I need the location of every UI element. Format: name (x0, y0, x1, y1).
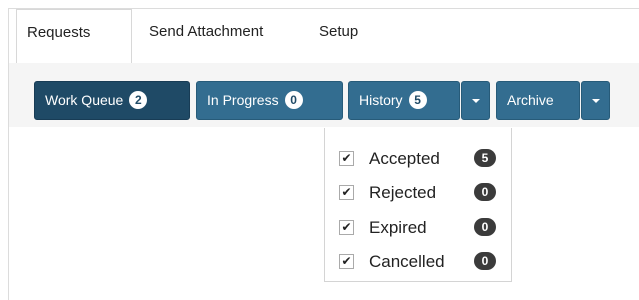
work-queue-button[interactable]: Work Queue 2 (34, 81, 190, 120)
checkbox-rejected[interactable]: ✔ (339, 185, 354, 200)
in-progress-label: In Progress (207, 92, 279, 108)
history-label: History (359, 92, 403, 108)
filter-toolbar: Work Queue 2 In Progress 0 History 5 Archiv… (9, 63, 639, 127)
work-queue-count-badge: 2 (129, 91, 148, 109)
tab-setup[interactable]: Setup (309, 9, 368, 57)
history-filter-expired[interactable]: ✔ Expired 0 (339, 216, 507, 240)
cancelled-label: Cancelled (369, 252, 445, 271)
rejected-count-badge: 0 (474, 183, 496, 201)
checkbox-expired[interactable]: ✔ (339, 220, 354, 235)
archive-button[interactable]: Archive (496, 81, 580, 120)
checkbox-accepted[interactable]: ✔ (339, 151, 354, 166)
in-progress-count-badge: 0 (284, 91, 303, 109)
expired-label: Expired (369, 218, 427, 237)
tab-send-attachment[interactable]: Send Attachment (139, 9, 273, 57)
checkbox-cancelled[interactable]: ✔ (339, 254, 354, 269)
history-filter-rejected[interactable]: ✔ Rejected 0 (339, 181, 507, 205)
archive-label: Archive (507, 92, 554, 108)
history-filter-cancelled[interactable]: ✔ Cancelled 0 (339, 250, 507, 274)
chevron-down-icon (471, 99, 480, 104)
archive-dropdown-toggle[interactable] (581, 81, 610, 120)
in-progress-button[interactable]: In Progress 0 (196, 81, 343, 120)
chevron-down-icon (591, 99, 600, 104)
rejected-label: Rejected (369, 183, 437, 202)
history-filter-menu: ✔ Accepted 5 ✔ Rejected 0 ✔ Expired 0 ✔ … (324, 128, 512, 282)
accepted-count-badge: 5 (474, 149, 496, 167)
tab-requests[interactable]: Requests (16, 9, 132, 64)
cancelled-count-badge: 0 (474, 252, 496, 270)
history-filter-accepted[interactable]: ✔ Accepted 5 (339, 147, 507, 171)
history-dropdown-toggle[interactable] (461, 81, 490, 120)
accepted-label: Accepted (369, 149, 440, 168)
tab-bar: Requests Send Attachment Setup (9, 9, 639, 64)
expired-count-badge: 0 (474, 218, 496, 236)
history-button[interactable]: History 5 (348, 81, 460, 120)
work-queue-label: Work Queue (45, 92, 124, 108)
history-count-badge: 5 (408, 91, 427, 109)
